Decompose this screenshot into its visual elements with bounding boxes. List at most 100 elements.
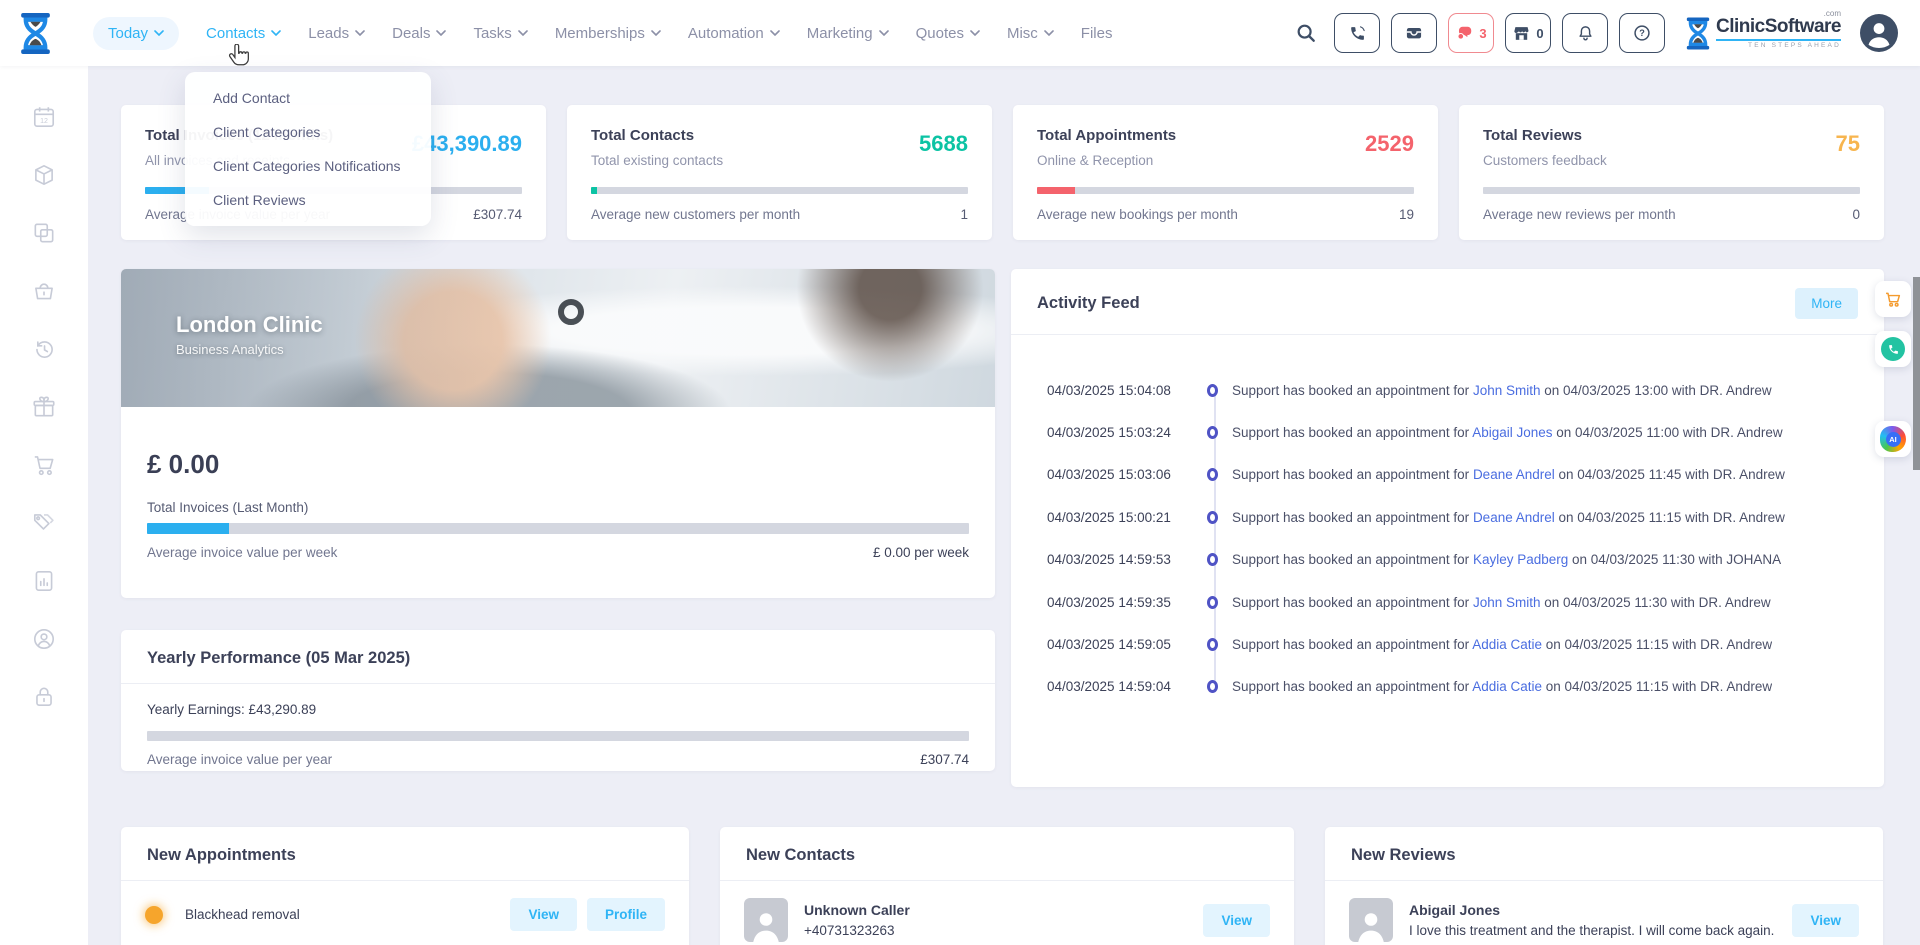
nav-item-today[interactable]: Today (93, 16, 180, 50)
client-link[interactable]: Kayley Padberg (1473, 552, 1568, 567)
app-logo[interactable] (20, 12, 51, 54)
quick-cart-button[interactable] (1875, 281, 1911, 317)
timeline-dot (1207, 680, 1218, 694)
activity-text: Support has booked an appointment for Ad… (1232, 679, 1773, 695)
activity-text: Support has booked an appointment for Ab… (1232, 425, 1783, 441)
package-icon[interactable] (31, 162, 57, 188)
client-link[interactable]: Addia Catie (1472, 679, 1542, 694)
chat-messages-button[interactable]: 3 (1448, 13, 1495, 53)
activity-time: 04/03/2025 14:59:05 (1047, 637, 1171, 653)
search-button[interactable] (1295, 22, 1317, 44)
menu-item-client-reviews[interactable]: Client Reviews (185, 183, 431, 217)
left-column: London Clinic Business Analytics £ 0.00 … (121, 269, 995, 787)
help-button[interactable]: ? (1619, 13, 1666, 53)
more-button[interactable]: More (1795, 288, 1858, 319)
history-icon[interactable] (31, 336, 57, 362)
phone-icon (1350, 25, 1365, 40)
nav-item-memberships[interactable]: Memberships (555, 25, 661, 42)
progress-fill (591, 187, 597, 194)
activity-timeline: 04/03/2025 15:04:08 Support has booked a… (1011, 335, 1884, 708)
bottom-row: New Appointments Blackhead removal View … (121, 827, 1884, 945)
user-avatar[interactable] (1860, 14, 1898, 52)
main-navigation: Today Contacts Leads Deals Tasks Members… (93, 16, 1113, 50)
gift-icon[interactable] (31, 394, 57, 420)
view-button[interactable]: View (1203, 903, 1270, 937)
menu-item-add-contact[interactable]: Add Contact (185, 81, 431, 115)
notifications-button[interactable] (1562, 13, 1609, 53)
cart-icon[interactable] (31, 452, 57, 478)
calendar-icon[interactable]: 12 (31, 104, 57, 130)
menu-item-client-categories-notifications[interactable]: Client Categories Notifications (185, 149, 431, 183)
inbox-icon (1406, 28, 1422, 39)
timeline-dot (1207, 426, 1218, 440)
phone-calls-button[interactable] (1334, 13, 1381, 53)
nav-item-quotes[interactable]: Quotes (916, 25, 980, 42)
invoice-footer-label: Average invoice value per week (147, 545, 338, 560)
user-icon (1860, 14, 1898, 52)
activity-row: 04/03/2025 14:59:53 Support has booked a… (1047, 539, 1864, 581)
timeline-dot (1207, 553, 1218, 567)
chevron-down-icon (518, 30, 528, 36)
nav-item-misc[interactable]: Misc (1007, 25, 1054, 42)
nav-item-marketing[interactable]: Marketing (807, 25, 889, 42)
basket-icon[interactable] (31, 278, 57, 304)
nav-item-files[interactable]: Files (1081, 25, 1113, 42)
activity-row: 04/03/2025 15:00:21 Support has booked a… (1047, 496, 1864, 538)
avatar-placeholder-icon (1349, 898, 1393, 942)
nav-item-contacts[interactable]: Contacts (206, 24, 282, 42)
view-button[interactable]: View (510, 898, 577, 931)
activity-row: 04/03/2025 14:59:35 Support has booked a… (1047, 581, 1864, 623)
yearly-earnings: Yearly Earnings: £43,290.89 (147, 702, 317, 717)
inbox-button[interactable] (1391, 13, 1438, 53)
stat-footer-label: Average new bookings per month (1037, 207, 1238, 222)
chevron-down-icon (154, 30, 164, 36)
activity-time: 04/03/2025 14:59:04 (1047, 679, 1171, 695)
new-appointments-header: New Appointments (121, 827, 689, 881)
report-icon[interactable] (31, 568, 57, 594)
brand-text: ClinicSoftware .com TEN STEPS AHEAD (1716, 9, 1841, 50)
menu-item-client-categories[interactable]: Client Categories (185, 115, 431, 149)
contact-info: Unknown Caller +40731323263 (804, 902, 1203, 938)
client-link[interactable]: Deane Andrel (1473, 510, 1555, 525)
client-link[interactable]: John Smith (1473, 595, 1541, 610)
brand-tld: .com (1823, 8, 1841, 18)
timeline-dot (1207, 468, 1218, 482)
timeline-dot (1207, 595, 1218, 609)
nav-item-deals[interactable]: Deals (392, 25, 447, 42)
nav-item-leads[interactable]: Leads (308, 25, 365, 42)
new-reviews-header: New Reviews (1325, 827, 1883, 881)
nav-item-tasks[interactable]: Tasks (473, 25, 528, 42)
store-button[interactable]: 0 (1505, 13, 1552, 53)
nav-label: Contacts (206, 24, 266, 42)
activity-time: 04/03/2025 15:04:08 (1047, 382, 1171, 398)
activity-text: Support has booked an appointment for Jo… (1232, 382, 1772, 398)
progress-fill (1037, 187, 1075, 194)
appointment-row: Blackhead removal View Profile (121, 881, 689, 945)
new-reviews-card: New Reviews Abigail Jones I love this tr… (1325, 827, 1883, 945)
hourglass-logo-icon (1686, 17, 1710, 49)
user-circle-icon[interactable] (31, 626, 57, 652)
svg-text:?: ? (1639, 28, 1645, 38)
profile-button[interactable]: Profile (586, 898, 665, 931)
copy-icon[interactable] (31, 220, 57, 246)
client-link[interactable]: Abigail Jones (1472, 425, 1552, 440)
brand-logo[interactable]: ClinicSoftware .com TEN STEPS AHEAD (1686, 9, 1841, 50)
new-contacts-header: New Contacts (720, 827, 1294, 881)
quick-call-button[interactable] (1875, 331, 1911, 367)
lock-icon[interactable] (31, 684, 57, 710)
chat-bubbles-icon (1457, 26, 1472, 40)
client-link[interactable]: Deane Andrel (1473, 467, 1555, 482)
chevron-down-icon (1043, 30, 1054, 36)
ai-assistant-button[interactable]: AI (1875, 421, 1911, 457)
timeline-dot (1207, 383, 1218, 397)
new-contacts-card: New Contacts Unknown Caller +40731323263… (720, 827, 1294, 945)
invoice-label: Total Invoices (Last Month) (147, 500, 309, 515)
scrollbar-thumb[interactable] (1913, 277, 1920, 470)
nav-item-automation[interactable]: Automation (688, 25, 780, 42)
activity-time: 04/03/2025 15:03:06 (1047, 467, 1171, 483)
client-link[interactable]: John Smith (1473, 383, 1541, 398)
view-button[interactable]: View (1792, 903, 1859, 937)
client-link[interactable]: Addia Catie (1472, 637, 1542, 652)
stat-footer: Average new bookings per month 19 (1037, 207, 1414, 222)
tags-icon[interactable] (31, 510, 57, 536)
